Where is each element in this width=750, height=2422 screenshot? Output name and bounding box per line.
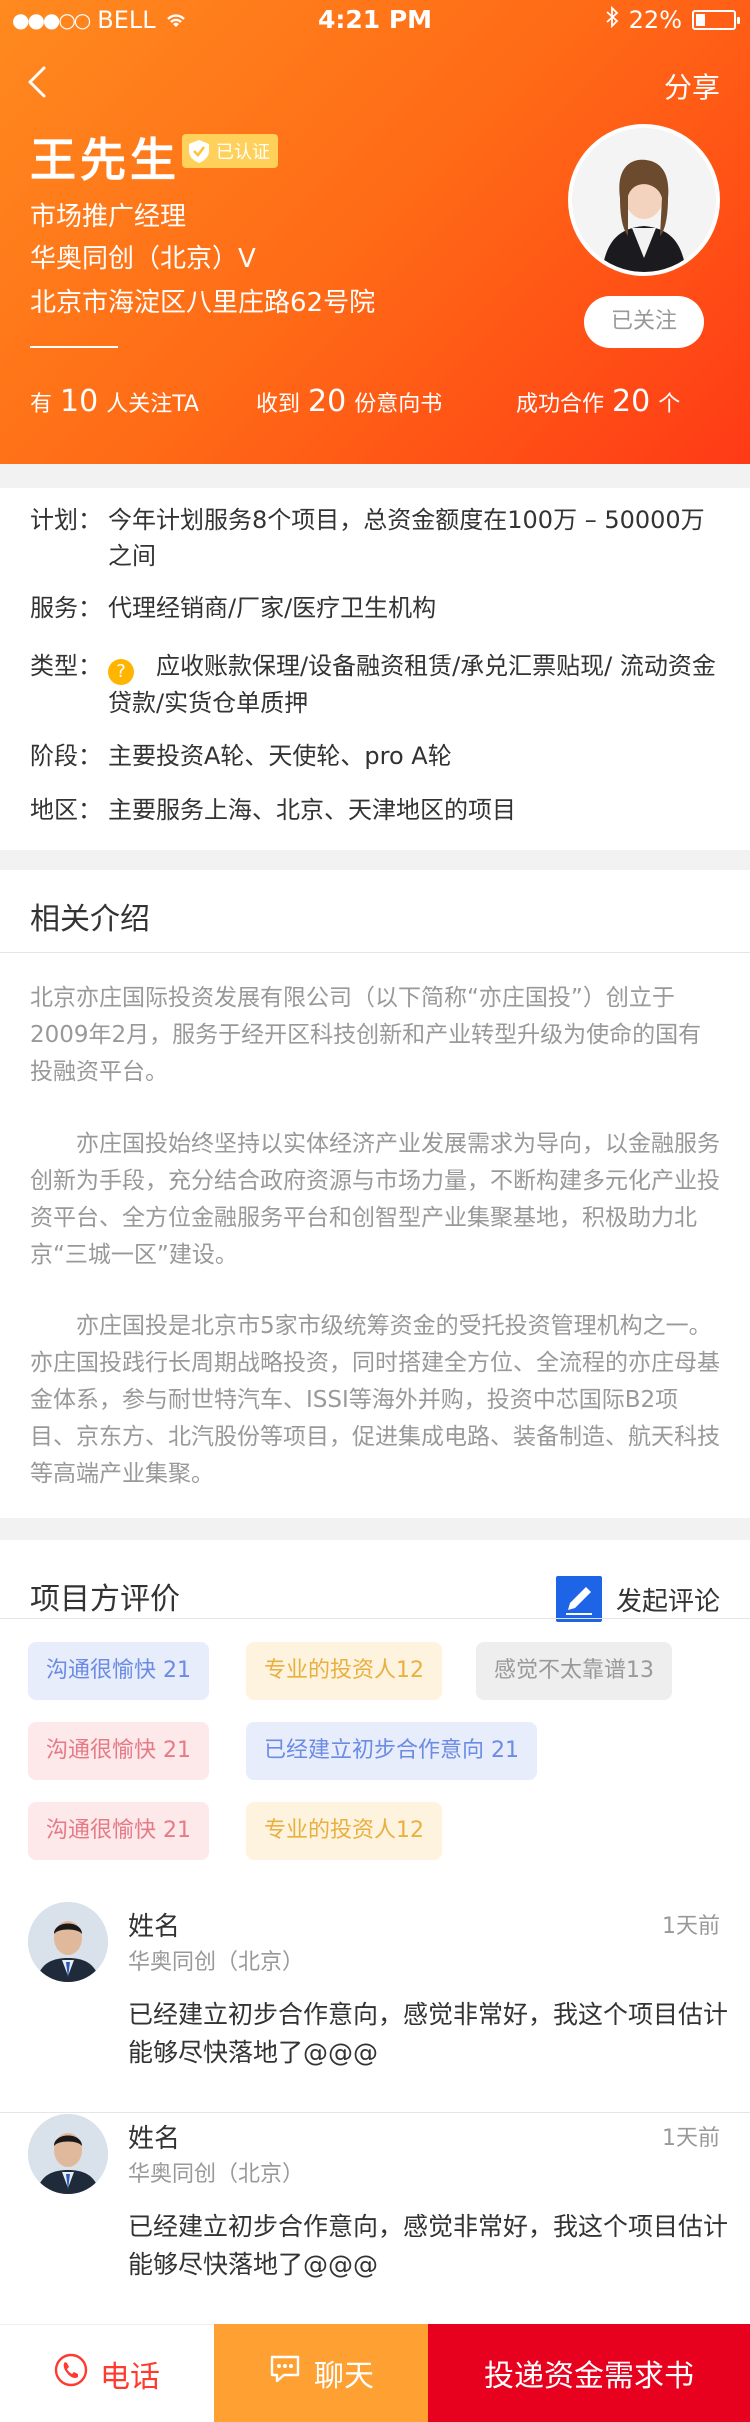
review-tag[interactable]: 已经建立初步合作意向 21 [246, 1722, 537, 1780]
reviewer-name: 姓名 [128, 1912, 181, 1942]
verified-label: 已认证 [216, 142, 270, 163]
review-item: 姓名 华奥同创（北京） 1天前 已经建立初步合作意向，感觉非常好，我这个项目估计… [0, 2114, 750, 2314]
profile-page: ●●●○○ BELL 4:21 PM 22% 分享 王先生 已认证 市场推广经理… [0, 0, 750, 2422]
follow-button[interactable]: 已关注 [584, 296, 704, 348]
type-row: 类型： ? 应收账款保理/设备融资租赁/承兑汇票贴现/ 流动资金贷款/实货仓单质押 [30, 652, 716, 717]
region-row: 地区： 主要服务上海、北京、天津地区的项目 [30, 796, 516, 824]
plan-section: 计划： 今年计划服务8个项目，总资金额度在100万 – 50000万之间 服务：… [0, 488, 750, 850]
reviewer-org: 华奥同创（北京） [128, 1950, 305, 1975]
reviews-section: 项目方评价 发起评论 沟通很愉快 21 专业的投资人12 感觉不太靠谱13 沟通… [0, 1540, 750, 2324]
divider [0, 952, 750, 953]
intro-section: 相关介绍 北京亦庄国际投资发展有限公司（以下简称“亦庄国投”）创立于2009年2… [0, 870, 750, 1518]
stat-intents: 收到 20 份意向书 [256, 384, 443, 419]
job-title: 市场推广经理 [30, 202, 187, 232]
stat-followers: 有 10 人关注TA [30, 384, 199, 419]
divider [30, 346, 118, 348]
battery-icon [692, 10, 740, 30]
review-body: 已经建立初步合作意向，感觉非常好，我这个项目估计能够尽快落地了@@@ [128, 2212, 729, 2279]
review-time: 1天前 [662, 1914, 720, 1939]
phone-button[interactable]: 电话 [0, 2324, 214, 2422]
stage-row: 阶段： 主要投资A轮、天使轮、pro A轮 [30, 742, 452, 770]
phone-label: 电话 [100, 2359, 160, 2395]
service-row: 服务： 代理经销商/厂家/医疗卫生机构 [30, 594, 437, 622]
profile-name: 王先生 [30, 133, 180, 187]
review-body: 已经建立初步合作意向，感觉非常好，我这个项目估计能够尽快落地了@@@ [128, 2000, 729, 2067]
intro-paragraph-3: 亦庄国投是北京市5家市级统筹资金的受托投资管理机构之一。亦庄国投践行长周期战略投… [30, 1313, 720, 1487]
edit-icon [555, 1576, 602, 1622]
divider [0, 1618, 750, 1619]
compose-label: 发起评论 [615, 1586, 720, 1617]
phone-icon [54, 2353, 88, 2395]
share-button[interactable]: 分享 [664, 66, 720, 106]
avatar[interactable] [28, 1902, 108, 1982]
review-tag[interactable]: 专业的投资人12 [246, 1802, 442, 1860]
submit-funding-request-button[interactable]: 投递资金需求书 [428, 2324, 750, 2422]
review-tag[interactable]: 沟通很愉快 21 [28, 1642, 209, 1700]
chat-icon [268, 2353, 302, 2393]
bluetooth-icon [605, 5, 619, 34]
plan-row: 计划： 今年计划服务8个项目，总资金额度在100万 – 50000万之间 [30, 506, 705, 570]
back-arrow-icon[interactable] [24, 62, 54, 102]
address: 北京市海淀区八里庄路62号院 [30, 288, 376, 318]
divider [0, 2112, 750, 2113]
chat-label: 聊天 [314, 2359, 374, 2394]
bottom-action-bar: 电话 聊天 投递资金需求书 [0, 2324, 750, 2422]
review-tag[interactable]: 专业的投资人12 [246, 1642, 442, 1700]
company-name: 华奥同创（北京）V [30, 244, 256, 274]
verified-shield-icon [186, 138, 212, 164]
review-item: 姓名 华奥同创（北京） 1天前 已经建立初步合作意向，感觉非常好，我这个项目估计… [0, 1902, 750, 2102]
profile-header: ●●●○○ BELL 4:21 PM 22% 分享 王先生 已认证 市场推广经理… [0, 0, 750, 464]
stats-row: 有 10 人关注TA 收到 20 份意向书 成功合作 20 个 [30, 384, 720, 424]
avatar[interactable] [28, 2114, 108, 2194]
reviewer-org: 华奥同创（北京） [128, 2162, 305, 2187]
intro-paragraph-1: 北京亦庄国际投资发展有限公司（以下简称“亦庄国投”）创立于2009年2月，服务于… [30, 985, 702, 1085]
battery-percent: 22% [628, 6, 682, 34]
review-tag[interactable]: 感觉不太靠谱13 [476, 1642, 672, 1700]
review-time: 1天前 [662, 2126, 720, 2151]
stat-cooperations: 成功合作 20 个 [516, 384, 681, 419]
avatar[interactable] [568, 124, 720, 276]
question-icon[interactable]: ? [108, 659, 134, 685]
intro-paragraph-2: 亦庄国投始终坚持以实体经济产业发展需求为导向，以金融服务创新为手段，充分结合政府… [30, 1131, 720, 1268]
intro-title: 相关介绍 [30, 902, 150, 937]
reviews-title: 项目方评价 [30, 1582, 180, 1617]
review-tag[interactable]: 沟通很愉快 21 [28, 1802, 209, 1860]
verified-badge: 已认证 [182, 134, 278, 168]
compose-review-button[interactable]: 发起评论 [555, 1576, 720, 1622]
review-tag[interactable]: 沟通很愉快 21 [28, 1722, 209, 1780]
chat-button[interactable]: 聊天 [214, 2324, 428, 2422]
status-bar: ●●●○○ BELL 4:21 PM 22% [0, 0, 750, 40]
reviewer-name: 姓名 [128, 2124, 181, 2154]
